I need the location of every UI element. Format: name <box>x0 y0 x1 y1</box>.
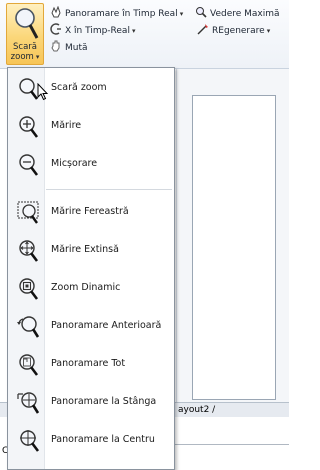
zoom-label-line1: Scară <box>13 42 37 52</box>
zoom-out-icon <box>19 154 39 176</box>
x-realtime-icon <box>50 23 61 35</box>
pan-center-icon <box>20 430 40 452</box>
menu-item-zoom-dynamic[interactable]: Zoom Dinamic <box>8 271 174 305</box>
regenerate-icon <box>197 24 208 35</box>
drawing-viewport[interactable] <box>192 95 276 400</box>
menu-item-pan-center[interactable]: Panoramare la Centru <box>8 423 174 457</box>
pan-left-icon <box>17 392 40 414</box>
zoom-dynamic-icon <box>19 278 39 300</box>
max-view-button[interactable]: Vedere Maximă <box>195 6 280 20</box>
hand-pan-icon <box>51 6 61 18</box>
x-realtime-button[interactable]: X în Timp-Real ▾ <box>50 23 135 37</box>
menu-item-zoom-in[interactable]: Mărire <box>8 109 174 143</box>
mouse-pointer-icon <box>37 83 49 101</box>
zoom-dropdown-button[interactable]: Scară zoom ▾ <box>6 3 44 65</box>
max-view-icon <box>196 7 207 18</box>
zoom-all-icon <box>19 354 39 376</box>
zoom-window-icon <box>17 201 39 224</box>
menu-item-pan-left[interactable]: Panoramare la Stânga <box>8 385 174 419</box>
zoom-button-label: Scară zoom ▾ <box>7 42 43 62</box>
move-button[interactable]: Mută <box>50 40 88 54</box>
zoom-dropdown-menu: Scară zoom Mărire Micșorare Mărire Ferea… <box>7 67 175 470</box>
magnifier-icon <box>15 8 39 39</box>
menu-separator <box>46 189 172 190</box>
menu-item-zoom-out[interactable]: Micșorare <box>8 147 174 181</box>
ribbon-panel: Scară zoom ▾ Panoramare în Timp Real ▾ Ved… <box>0 0 289 69</box>
regenerate-button[interactable]: REgenerare ▾ <box>197 23 270 37</box>
zoom-extents-icon <box>19 240 39 262</box>
pan-realtime-button[interactable]: Panoramare în Timp Real ▾ <box>50 6 183 20</box>
zoom-label-line2: zoom ▾ <box>10 52 40 62</box>
zoom-previous-icon <box>17 316 40 338</box>
tab-layout2[interactable]: ayout2 / <box>178 403 215 417</box>
zoom-in-icon <box>19 116 39 138</box>
menu-item-zoom-previous[interactable]: Panoramare Anterioară <box>8 309 174 343</box>
menu-item-zoom-window[interactable]: Mărire Fereastră <box>8 195 174 229</box>
menu-item-zoom-extents[interactable]: Mărire Extinsă <box>8 233 174 267</box>
menu-item-zoom-scale[interactable]: Scară zoom <box>8 71 174 105</box>
hand-move-icon <box>51 40 60 52</box>
menu-item-zoom-all[interactable]: Panoramare Tot <box>8 347 174 381</box>
